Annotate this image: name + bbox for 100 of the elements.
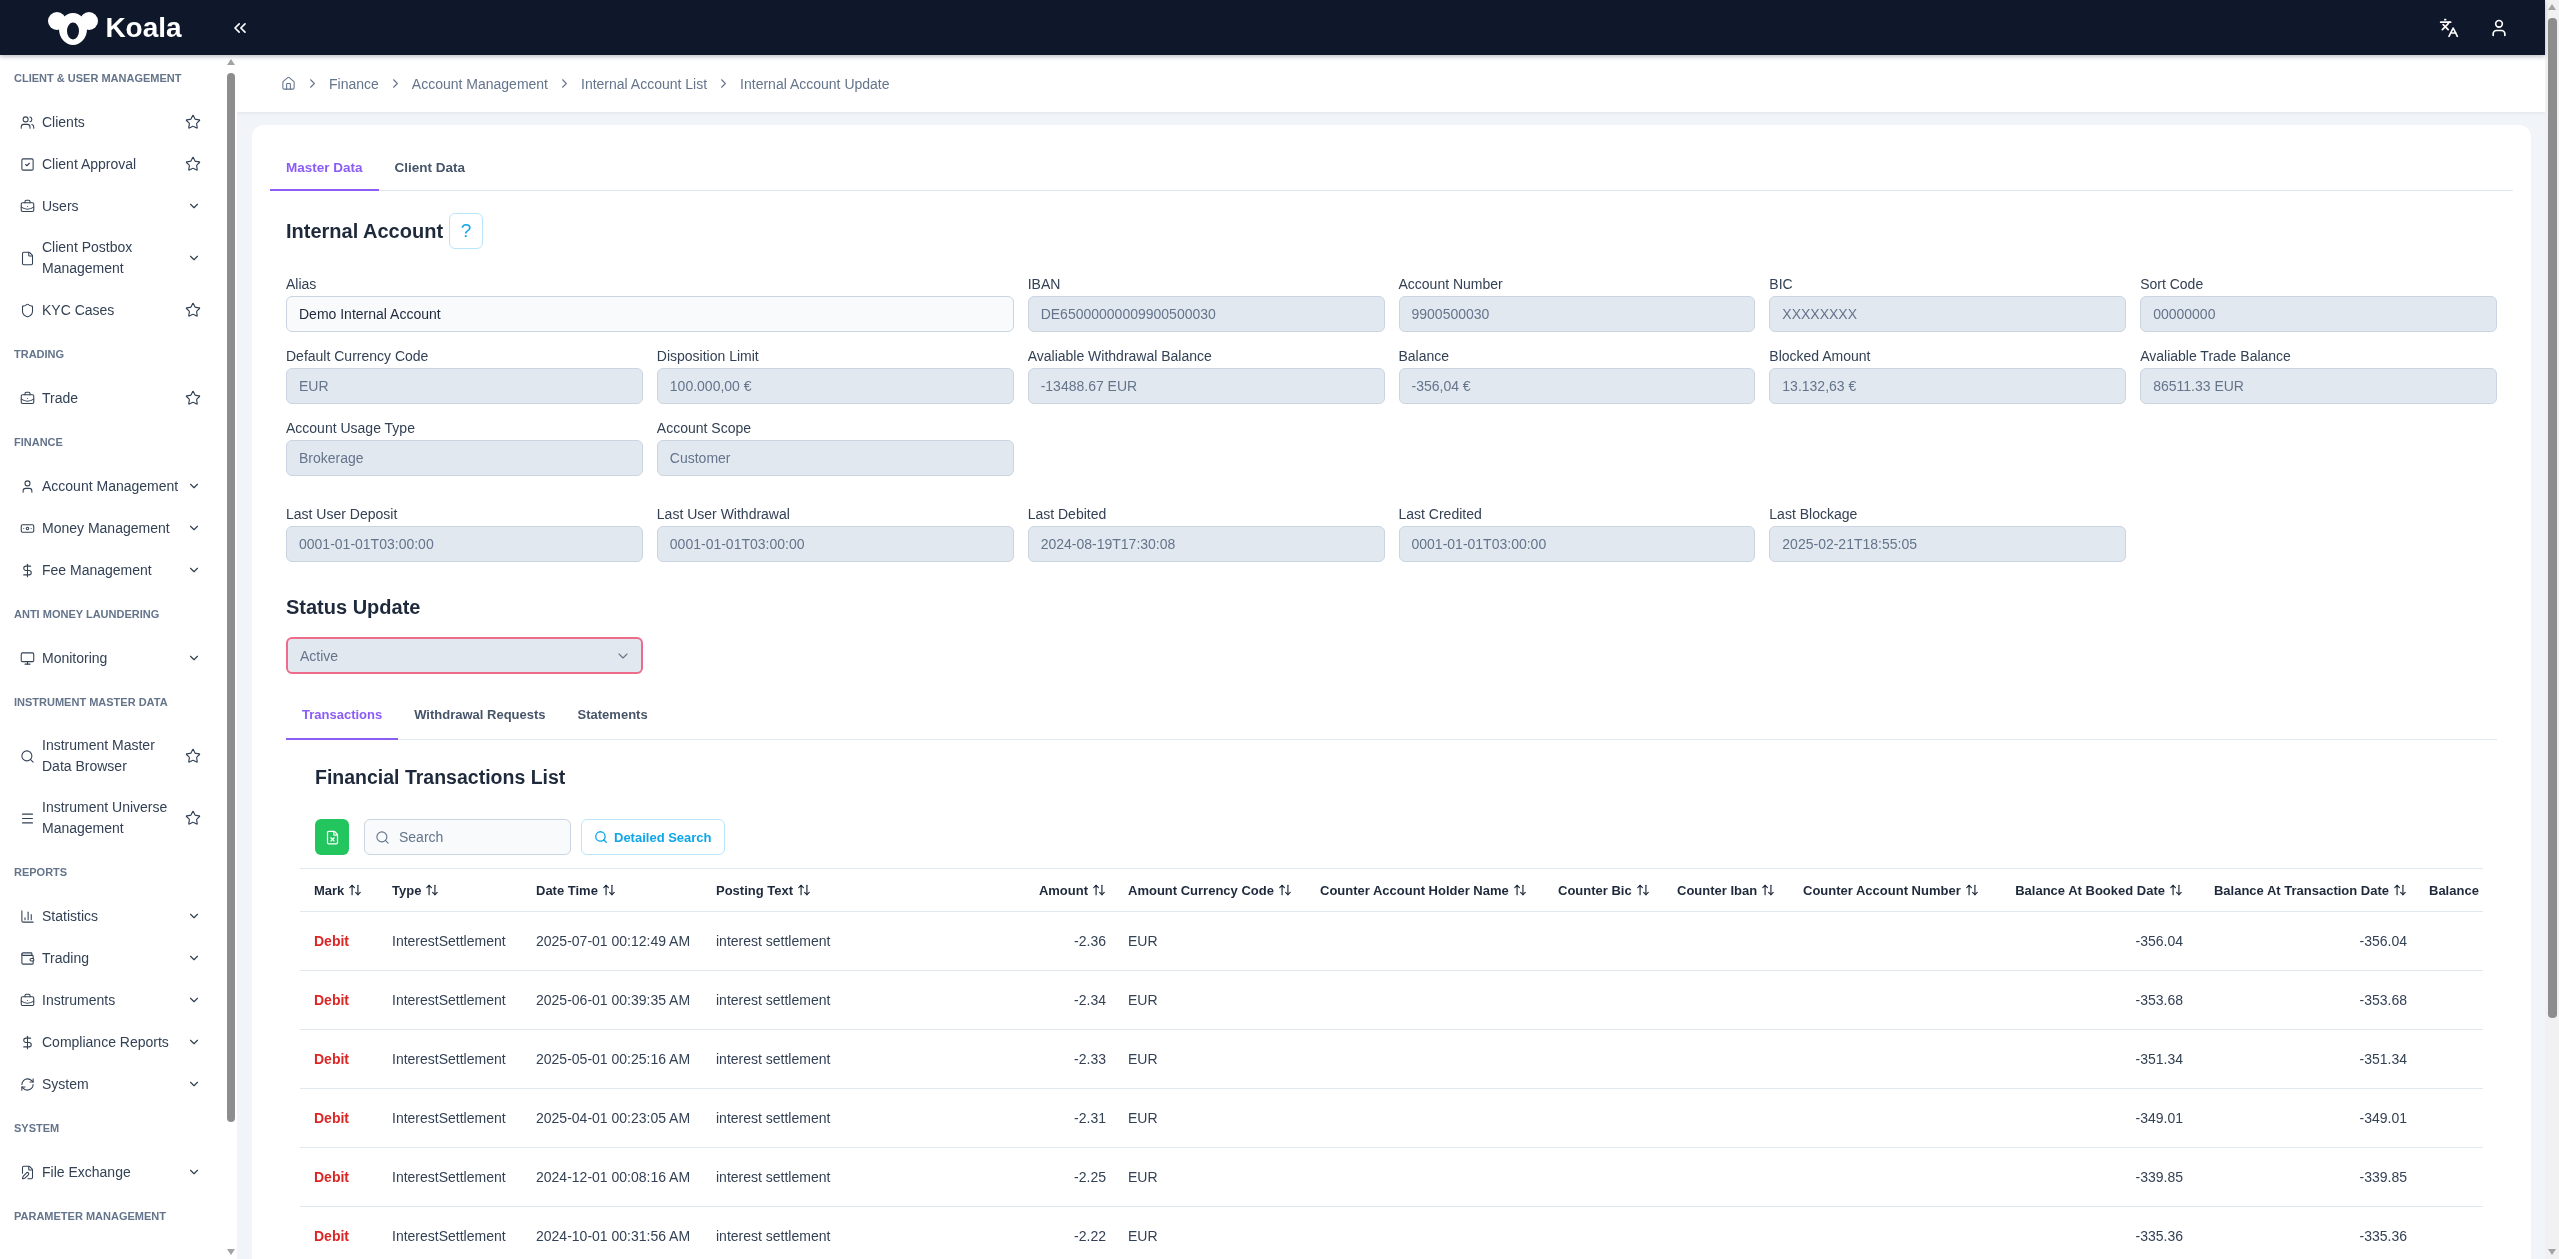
- table-cell: Debit: [300, 1088, 378, 1148]
- table-cell: -356.04: [1995, 911, 2191, 971]
- sidebar-item[interactable]: System: [0, 1063, 225, 1105]
- column-header[interactable]: Counter Bic: [1544, 868, 1663, 912]
- sidebar-item[interactable]: Trade: [0, 377, 225, 419]
- tab[interactable]: Statements: [561, 690, 664, 740]
- lines-icon: [20, 810, 35, 826]
- column-header[interactable]: Balance At Booked Date: [1995, 868, 2191, 912]
- language-icon[interactable]: [2439, 17, 2459, 38]
- column-header[interactable]: Type: [378, 868, 522, 912]
- table-cell: EUR: [1114, 1147, 1306, 1207]
- table-cell: interest settlement: [702, 970, 960, 1030]
- sort-icon[interactable]: [425, 883, 440, 897]
- column-header[interactable]: Balance At Transaction Date: [2191, 868, 2415, 912]
- star-icon[interactable]: [185, 390, 201, 406]
- breadcrumb-link[interactable]: Internal Account List: [581, 75, 708, 92]
- sidebar-item[interactable]: File Exchange: [0, 1151, 225, 1193]
- table-cell: Debit: [300, 1206, 378, 1259]
- tab[interactable]: Client Data: [378, 145, 482, 191]
- sidebar-item[interactable]: Money Management: [0, 507, 225, 549]
- table-cell: InterestSettlement: [378, 1088, 522, 1148]
- briefcase-icon: [20, 390, 35, 406]
- scroll-up-arrow-icon[interactable]: [227, 59, 235, 65]
- bar-chart-icon: [20, 908, 35, 924]
- sidebar-item[interactable]: Trading: [0, 937, 225, 979]
- tab[interactable]: Withdrawal Requests: [398, 690, 562, 740]
- sort-icon[interactable]: [348, 883, 363, 897]
- table-cell: 2024-10-01 00:31:56 AM: [522, 1206, 702, 1259]
- tab[interactable]: Transactions: [286, 690, 399, 740]
- field-label: Account Usage Type: [286, 420, 416, 436]
- sort-icon[interactable]: [1635, 883, 1650, 897]
- table-cell: -351.34: [1995, 1029, 2191, 1089]
- column-header[interactable]: Balance: [2415, 868, 2483, 912]
- star-icon[interactable]: [185, 302, 201, 318]
- users-icon: [20, 114, 35, 130]
- sidebar-item[interactable]: Monitoring: [0, 637, 225, 679]
- sidebar-item[interactable]: Statistics: [0, 895, 225, 937]
- sidebar-item[interactable]: Client Approval: [0, 143, 225, 185]
- breadcrumb-link[interactable]: Finance: [329, 75, 379, 92]
- column-header[interactable]: Counter Account Number: [1789, 868, 1995, 912]
- sidebar-item[interactable]: Instrument Universe Management: [0, 787, 225, 849]
- text-field[interactable]: Demo Internal Account: [286, 296, 1014, 332]
- table-cell: -351.34: [2191, 1029, 2415, 1089]
- sidebar-item[interactable]: Users: [0, 185, 225, 227]
- search-icon: [20, 748, 35, 764]
- field-label: Default Currency Code: [286, 348, 430, 364]
- sidebar-item[interactable]: Clients: [0, 101, 225, 143]
- sidebar-section-title: TRADING: [13, 347, 66, 362]
- user-icon: [20, 478, 35, 494]
- table-cell: -2.31: [960, 1088, 1114, 1148]
- field-label: Last Credited: [1398, 506, 1483, 522]
- sort-icon[interactable]: [2169, 883, 2183, 897]
- sort-icon[interactable]: [1512, 883, 1527, 897]
- sort-icon[interactable]: [2393, 883, 2407, 897]
- briefcase-icon: [20, 198, 35, 214]
- search-field[interactable]: Search: [364, 819, 571, 855]
- field-label: Sort Code: [2140, 276, 2205, 292]
- sort-icon[interactable]: [1761, 883, 1776, 897]
- sidebar-item[interactable]: Instruments: [0, 979, 225, 1021]
- sidebar-item[interactable]: Fee Management: [0, 549, 225, 591]
- star-icon[interactable]: [185, 748, 201, 764]
- sidebar-item[interactable]: KYC Cases: [0, 289, 225, 331]
- user-icon[interactable]: [2489, 17, 2509, 38]
- sidebar-item[interactable]: Account Management: [0, 465, 225, 507]
- sidebar-section-title: SYSTEM: [13, 1121, 61, 1136]
- column-header[interactable]: Posting Text: [702, 868, 960, 912]
- breadcrumb-current: Internal Account Update: [740, 75, 890, 92]
- sidebar-item[interactable]: Instrument Master Data Browser: [0, 725, 225, 787]
- field-label: BIC: [1769, 276, 1794, 292]
- sort-icon[interactable]: [797, 883, 812, 897]
- file-edit-icon: [20, 1164, 35, 1180]
- table-cell: interest settlement: [702, 911, 960, 971]
- scrollbar-thumb[interactable]: [2547, 18, 2557, 1018]
- scrollbar-thumb[interactable]: [227, 73, 235, 1122]
- breadcrumb-link[interactable]: Account Management: [411, 75, 548, 92]
- sort-icon[interactable]: [601, 883, 616, 897]
- field-label: Account Scope: [656, 420, 752, 436]
- star-icon[interactable]: [185, 810, 201, 826]
- field-label: IBAN: [1027, 276, 1062, 292]
- column-header[interactable]: Date Time: [522, 868, 702, 912]
- sort-icon[interactable]: [1092, 883, 1106, 897]
- column-header[interactable]: Amount: [960, 868, 1114, 912]
- tab[interactable]: Master Data: [270, 145, 379, 191]
- column-header[interactable]: Counter Account Holder Name: [1306, 868, 1544, 912]
- sort-icon[interactable]: [1277, 883, 1292, 897]
- sidebar-item[interactable]: Compliance Reports: [0, 1021, 225, 1063]
- file-icon: [20, 250, 35, 266]
- sort-icon[interactable]: [1964, 883, 1979, 897]
- home-icon[interactable]: [281, 76, 296, 91]
- star-icon[interactable]: [185, 114, 201, 130]
- column-header[interactable]: Counter Iban: [1663, 868, 1789, 912]
- star-icon[interactable]: [185, 156, 201, 172]
- field-label: Last Blockage: [1769, 506, 1859, 522]
- status-select[interactable]: Active: [286, 637, 643, 674]
- table-cell: 2024-12-01 00:08:16 AM: [522, 1147, 702, 1207]
- column-header[interactable]: Mark: [300, 868, 378, 912]
- column-header[interactable]: Amount Currency Code: [1114, 868, 1306, 912]
- sidebar-item[interactable]: Client Postbox Management: [0, 227, 225, 289]
- table-cell: -349.01: [1995, 1088, 2191, 1148]
- table-cell: -349.01: [2191, 1088, 2415, 1148]
